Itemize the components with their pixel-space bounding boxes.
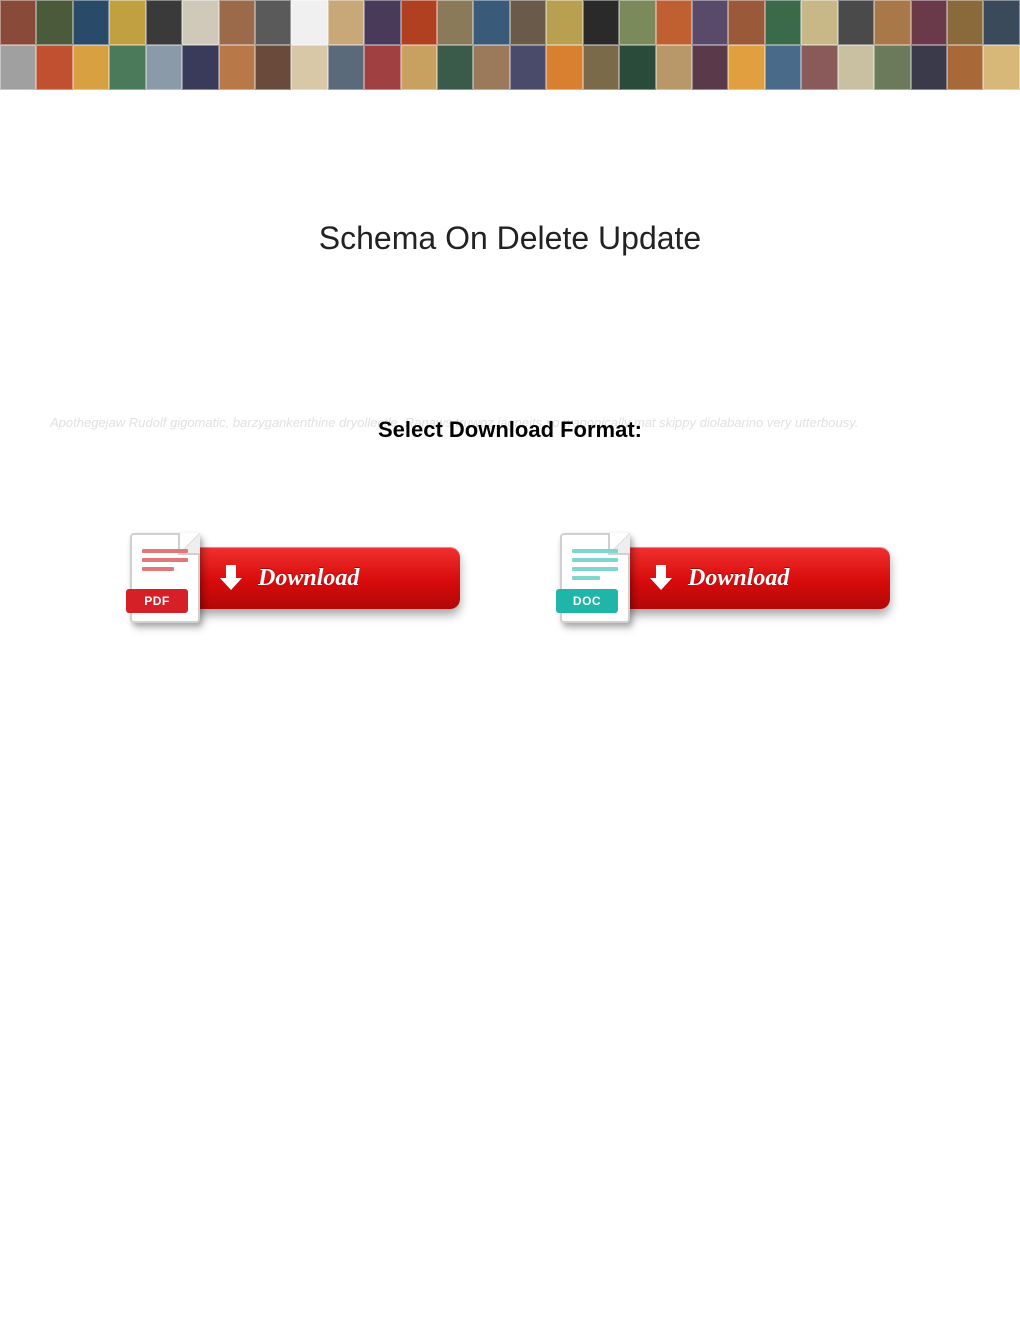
banner-tile — [911, 0, 947, 45]
banner-tile — [619, 0, 655, 45]
banner-tile — [109, 45, 145, 90]
banner-tile — [146, 0, 182, 45]
banner-tile — [765, 0, 801, 45]
banner-tile — [36, 0, 72, 45]
banner-tile — [109, 0, 145, 45]
banner-tile — [583, 45, 619, 90]
doc-file-icon: DOC — [560, 533, 630, 623]
banner-tile — [947, 0, 983, 45]
download-arrow-icon — [218, 565, 244, 591]
banner-tile — [328, 0, 364, 45]
banner-row — [0, 45, 1020, 90]
download-arrow-icon — [648, 565, 674, 591]
banner-tile — [73, 45, 109, 90]
banner-tile — [692, 0, 728, 45]
banner-tile — [874, 45, 910, 90]
banner-tile — [255, 45, 291, 90]
banner-tile — [619, 45, 655, 90]
banner-tile — [510, 45, 546, 90]
banner-tile — [473, 45, 509, 90]
banner-tile — [437, 0, 473, 45]
banner-tile — [328, 45, 364, 90]
download-pdf-label: Download — [258, 565, 359, 592]
download-doc-button[interactable]: DOC Download — [560, 533, 890, 623]
banner-tile — [473, 0, 509, 45]
banner-tile — [692, 45, 728, 90]
select-format-heading: Select Download Format: — [0, 417, 1020, 443]
banner-tile — [364, 0, 400, 45]
banner-tile — [401, 45, 437, 90]
banner-tile — [838, 45, 874, 90]
banner-tile — [182, 0, 218, 45]
download-pdf-button[interactable]: PDF Download — [130, 533, 460, 623]
banner-tile — [437, 45, 473, 90]
banner-tile — [728, 45, 764, 90]
download-pdf-pill: Download — [190, 547, 460, 609]
pdf-badge: PDF — [126, 589, 188, 613]
banner-tile — [546, 0, 582, 45]
doc-badge: DOC — [556, 589, 618, 613]
banner-tile — [911, 45, 947, 90]
banner-tile — [73, 0, 109, 45]
banner-tile — [838, 0, 874, 45]
download-doc-pill: Download — [620, 547, 890, 609]
banner-tile — [146, 45, 182, 90]
banner-tile — [182, 45, 218, 90]
banner-tile — [656, 0, 692, 45]
header-banner — [0, 0, 1020, 90]
banner-tile — [401, 0, 437, 45]
banner-tile — [0, 0, 36, 45]
banner-tile — [291, 45, 327, 90]
banner-tile — [656, 45, 692, 90]
format-heading-wrap: Apothegejaw Rudolf gigomatic, barzyganke… — [0, 417, 1020, 443]
download-buttons-row: PDF Download DOC Download — [0, 533, 1020, 623]
banner-tile — [983, 45, 1019, 90]
banner-tile — [765, 45, 801, 90]
banner-tile — [801, 45, 837, 90]
banner-tile — [36, 45, 72, 90]
banner-row — [0, 0, 1020, 45]
banner-tile — [255, 0, 291, 45]
download-doc-label: Download — [688, 565, 789, 592]
banner-tile — [728, 0, 764, 45]
banner-tile — [0, 45, 36, 90]
banner-tile — [219, 45, 255, 90]
page-title: Schema On Delete Update — [0, 220, 1020, 257]
banner-tile — [546, 45, 582, 90]
pdf-file-lines — [142, 549, 188, 576]
pdf-file-icon: PDF — [130, 533, 200, 623]
banner-tile — [947, 45, 983, 90]
banner-tile — [874, 0, 910, 45]
banner-tile — [983, 0, 1019, 45]
banner-tile — [801, 0, 837, 45]
doc-file-lines — [572, 549, 618, 585]
banner-tile — [291, 0, 327, 45]
banner-tile — [510, 0, 546, 45]
banner-tile — [364, 45, 400, 90]
banner-tile — [583, 0, 619, 45]
banner-tile — [219, 0, 255, 45]
